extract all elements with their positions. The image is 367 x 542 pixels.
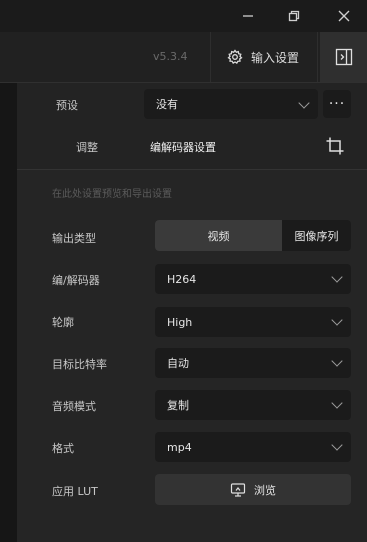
chevron-down-icon: [298, 97, 310, 109]
lut-label: 应用 LUT: [52, 485, 98, 498]
output-type-label: 输出类型: [52, 232, 96, 245]
adjust-value: 编解码器设置: [150, 141, 216, 154]
crop-button[interactable]: [325, 136, 345, 156]
audio-mode-label: 音频模式: [52, 400, 96, 413]
bitrate-label: 目标比特率: [52, 358, 107, 371]
lut-browse-label: 浏览: [254, 483, 276, 497]
input-settings-label: 输入设置: [251, 50, 300, 65]
output-type-image-sequence-option[interactable]: 图像序列: [282, 220, 351, 251]
preset-select[interactable]: 没有: [144, 89, 318, 119]
input-settings-button[interactable]: 输入设置: [210, 32, 318, 82]
close-icon: [338, 10, 350, 22]
preset-more-button[interactable]: ···: [323, 90, 351, 118]
profile-select[interactable]: High: [155, 307, 351, 337]
chevron-down-icon: [331, 397, 343, 409]
profile-value: High: [167, 315, 193, 329]
crop-icon: [326, 137, 344, 155]
restore-button[interactable]: [271, 0, 317, 32]
monitor-icon: [230, 482, 246, 497]
lut-browse-button[interactable]: 浏览: [155, 474, 351, 505]
restore-icon: [288, 10, 300, 22]
codec-label: 编/解码器: [52, 274, 100, 287]
profile-label: 轮廓: [52, 316, 74, 329]
chevron-down-icon: [331, 271, 343, 283]
chevron-down-icon: [331, 314, 343, 326]
format-value: mp4: [167, 440, 192, 454]
codec-value: H264: [167, 272, 197, 286]
more-icon: ···: [328, 96, 346, 112]
output-type-video-option[interactable]: 视频: [155, 220, 282, 251]
left-strip: [0, 83, 17, 542]
preset-value: 没有: [156, 98, 178, 111]
output-type-segmented: 视频 图像序列: [155, 220, 351, 251]
preset-label: 预设: [56, 99, 78, 112]
minimize-button[interactable]: [225, 0, 271, 32]
minimize-icon: [243, 15, 253, 17]
format-select[interactable]: mp4: [155, 432, 351, 462]
title-bar: [0, 0, 367, 32]
codec-select[interactable]: H264: [155, 264, 351, 294]
adjust-label: 调整: [76, 141, 98, 154]
audio-mode-value: 复制: [167, 399, 189, 412]
gear-icon: [227, 49, 243, 65]
bitrate-select[interactable]: 自动: [155, 348, 351, 378]
hint-text: 在此处设置预览和导出设置: [52, 189, 172, 200]
close-button[interactable]: [321, 0, 367, 32]
bitrate-value: 自动: [167, 357, 189, 370]
chevron-down-icon: [331, 439, 343, 451]
panel-toggle-button[interactable]: [320, 32, 367, 82]
version-label: v5.3.4: [153, 50, 188, 63]
audio-mode-select[interactable]: 复制: [155, 390, 351, 420]
panel-toggle-icon: [335, 48, 352, 66]
format-label: 格式: [52, 442, 74, 455]
chevron-down-icon: [331, 355, 343, 367]
